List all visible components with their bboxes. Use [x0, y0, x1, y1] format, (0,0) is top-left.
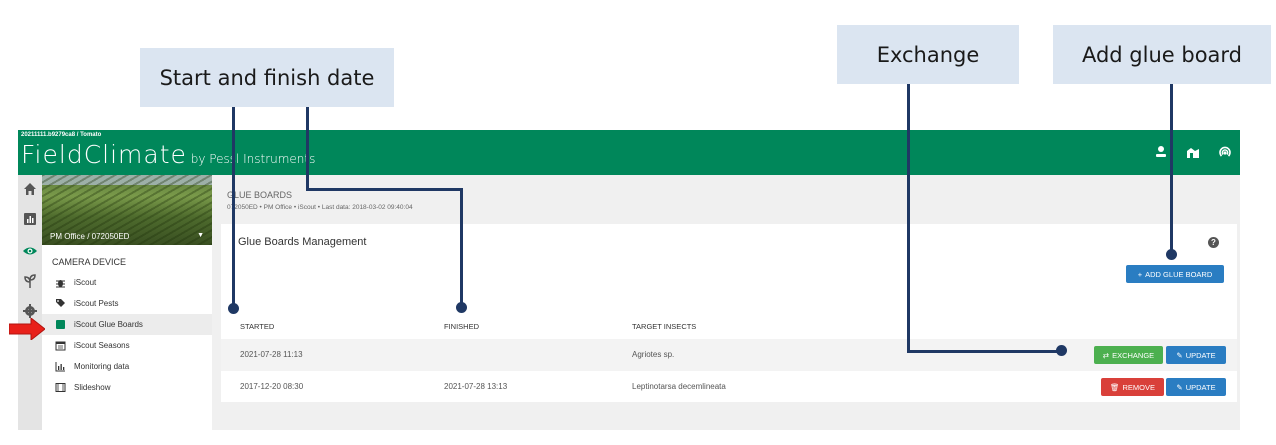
card-title: Glue Boards Management	[238, 236, 367, 248]
section-title: CAMERA DEVICE	[52, 257, 127, 267]
callout-add-glue-board: Add glue board	[1053, 25, 1271, 84]
leader-dot-finish	[456, 302, 467, 313]
bug-icon	[55, 277, 66, 288]
update-button[interactable]: ✎ UPDATE	[1166, 378, 1226, 396]
remove-label: REMOVE	[1122, 382, 1156, 392]
exchange-button[interactable]: ⇄ EXCHANGE	[1094, 346, 1163, 364]
device-id: 20211111.b9279ca8 / Tomato	[21, 132, 102, 138]
sidebar-item-iscout-pests[interactable]: iScout Pests	[42, 293, 212, 314]
exchange-label: EXCHANGE	[1112, 350, 1155, 360]
leader-dot-exchange	[1056, 345, 1067, 356]
update-label: UPDATE	[1185, 350, 1216, 360]
sidebar-item-iscout-glue-boards[interactable]: iScout Glue Boards	[42, 314, 212, 335]
sidebar-item-label: iScout Seasons	[74, 341, 130, 350]
help-icon[interactable]: ?	[1208, 237, 1219, 248]
sidebar-item-slideshow[interactable]: Slideshow	[42, 377, 212, 398]
add-glue-board-label: ADD GLUE BOARD	[1145, 269, 1213, 279]
tags-icon	[55, 298, 66, 309]
sidebar-item-iscout[interactable]: iScout	[42, 272, 212, 293]
logo: FieldClimate by Pessl Instruments	[21, 140, 315, 169]
red-arrow-icon	[9, 318, 45, 340]
square-icon	[55, 319, 66, 330]
top-bar: 20211111.b9279ca8 / Tomato FieldClimate …	[18, 130, 1240, 175]
sidebar-item-monitoring-data[interactable]: Monitoring data	[42, 356, 212, 377]
page-subtitle: 072050ED • PM Office • iScout • Last dat…	[227, 204, 413, 211]
logo-text: FieldClimate	[21, 140, 187, 169]
wireless-icon[interactable]	[1217, 144, 1233, 160]
chevron-down-icon[interactable]: ▼	[197, 232, 204, 239]
chart-icon[interactable]	[22, 211, 38, 227]
sidebar-item-label: iScout	[74, 278, 97, 287]
home-icon[interactable]	[22, 181, 38, 197]
station-banner[interactable]: PM Office / 072050ED ▼	[42, 175, 212, 245]
sidebar-item-label: Monitoring data	[74, 362, 130, 371]
add-glue-board-button[interactable]: + ADD GLUE BOARD	[1126, 265, 1224, 283]
eye-icon[interactable]	[22, 243, 38, 259]
callout-start-finish-date: Start and finish date	[140, 48, 394, 107]
column-header-target-insects: TARGET INSECTS	[632, 322, 697, 331]
leader-line-add-glue-board	[1170, 84, 1173, 254]
leaf-icon[interactable]	[22, 273, 38, 289]
app-window: 20211111.b9279ca8 / Tomato FieldClimate …	[18, 130, 1240, 430]
icon-rail	[18, 175, 42, 430]
sidebar-item-label: iScout Glue Boards	[74, 320, 143, 329]
glue-boards-card: Glue Boards Management ? + ADD GLUE BOAR…	[221, 224, 1237, 402]
sidebar: PM Office / 072050ED ▼ CAMERA DEVICE iSc…	[42, 175, 212, 430]
station-name: PM Office / 072050ED	[50, 232, 130, 241]
leader-dot-add-glue-board	[1166, 249, 1177, 260]
film-icon	[55, 382, 66, 393]
sidebar-item-iscout-seasons[interactable]: iScout Seasons	[42, 335, 212, 356]
pencil-icon: ✎	[1176, 350, 1183, 360]
remove-button[interactable]: 🗑 REMOVE	[1101, 378, 1164, 396]
column-header-started: STARTED	[240, 322, 275, 331]
station-map-icon[interactable]	[1185, 144, 1201, 160]
leader-line-finish-horizontal	[306, 188, 463, 191]
sidebar-item-label: iScout Pests	[74, 299, 119, 308]
trash-icon: 🗑	[1109, 382, 1120, 392]
bar-chart-icon	[55, 361, 66, 372]
calendar-icon	[55, 340, 66, 351]
page-title: GLUE BOARDS	[227, 190, 293, 200]
cell-started: 2021-07-28 11:13	[240, 350, 303, 359]
leader-line-exchange-horizontal	[907, 350, 1061, 353]
cell-finished: 2021-07-28 13:13	[444, 382, 508, 391]
leader-line-finish-vertical	[306, 107, 309, 190]
user-icon[interactable]	[1153, 144, 1169, 160]
leader-line-exchange-vertical	[907, 84, 910, 353]
cell-target-insects: Leptinotarsa decemlineata	[632, 382, 726, 391]
update-label: UPDATE	[1185, 382, 1216, 392]
logo-by-text: by Pessl Instruments	[186, 152, 316, 166]
leader-line-start	[232, 107, 235, 309]
callout-exchange: Exchange	[837, 25, 1019, 84]
leader-line-finish-down	[460, 188, 463, 306]
settings-icon[interactable]	[22, 303, 38, 319]
table-row: 2017-12-20 08:30 2021-07-28 13:13 Leptin…	[221, 371, 1237, 403]
table-row: 2021-07-28 11:13 Agriotes sp. ⇄ EXCHANGE…	[221, 339, 1237, 371]
update-button[interactable]: ✎ UPDATE	[1166, 346, 1226, 364]
cell-target-insects: Agriotes sp.	[632, 350, 675, 359]
column-header-finished: FINISHED	[444, 322, 480, 331]
leader-dot-start	[228, 303, 239, 314]
pencil-icon: ✎	[1176, 382, 1183, 392]
exchange-icon: ⇄	[1102, 350, 1110, 360]
cell-started: 2017-12-20 08:30	[240, 382, 304, 391]
main-content: GLUE BOARDS 072050ED • PM Office • iScou…	[212, 175, 1240, 430]
sidebar-item-label: Slideshow	[74, 383, 111, 392]
plus-icon: +	[1137, 269, 1143, 279]
